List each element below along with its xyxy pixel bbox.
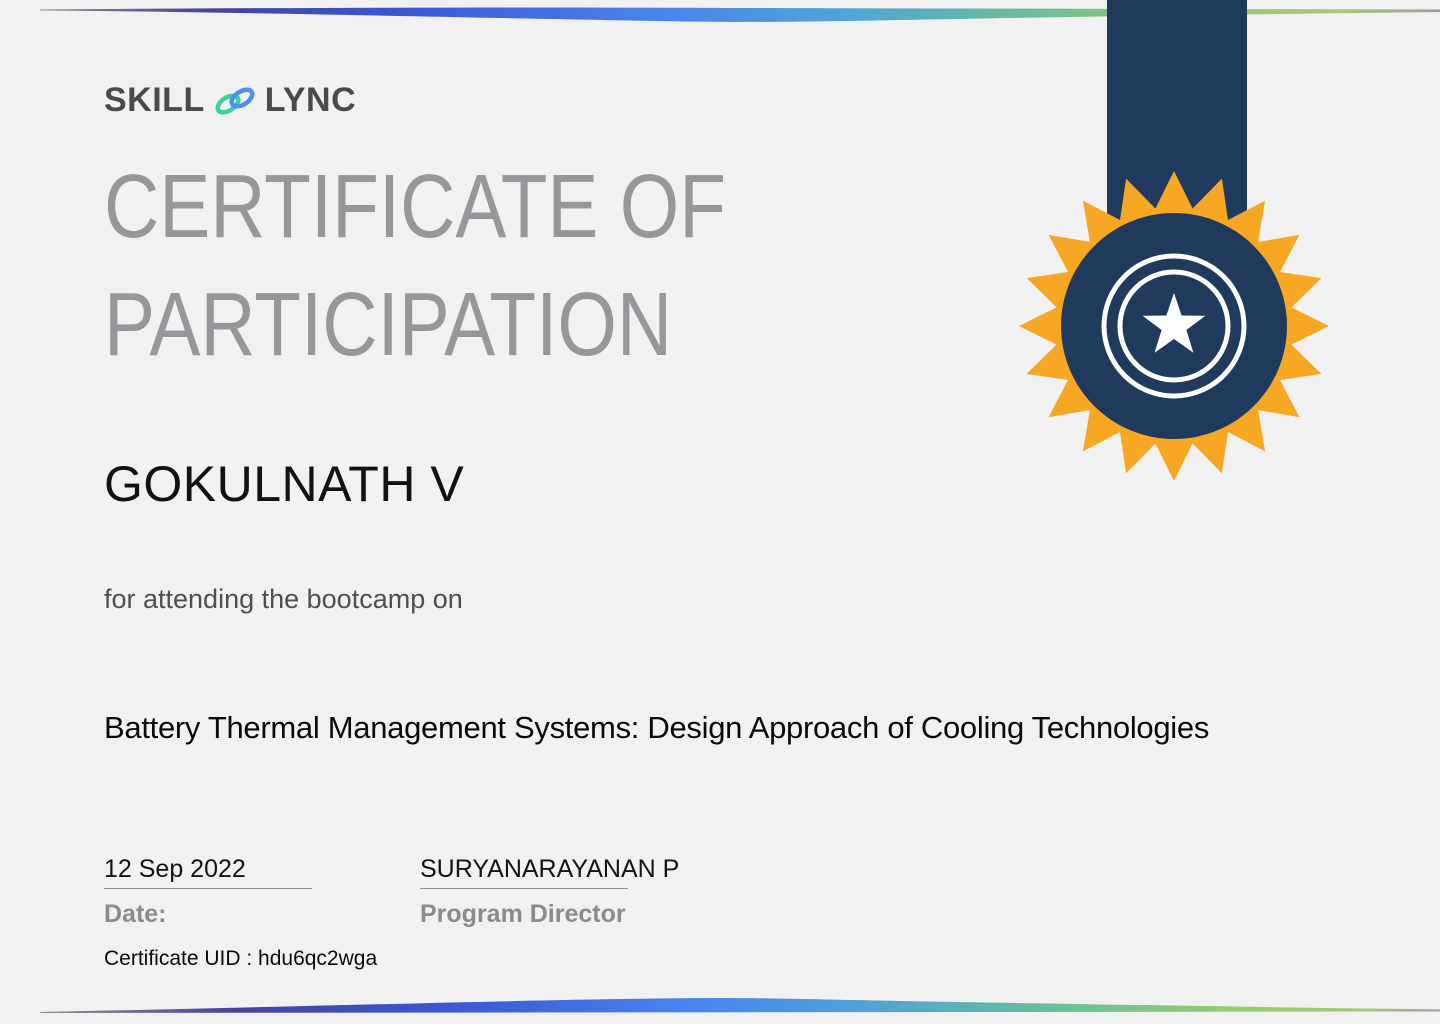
subtitle: for attending the bootcamp on	[104, 584, 463, 614]
certificate-uid: Certificate UID : hdu6qc2wga	[104, 947, 378, 970]
signer-title: Program Director	[420, 900, 626, 928]
date-label: Date:	[104, 900, 167, 928]
signer-name: SURYANARAYANAN P	[420, 855, 680, 883]
certificate-title: CERTIFICATE OF PARTICIPATION	[104, 148, 836, 384]
title-line-2: PARTICIPATION	[104, 275, 673, 375]
signer-underline	[420, 888, 628, 889]
certificate-background: SKILL LYNC CERTIFICATE OF PARTICIPATION …	[0, 0, 1440, 1024]
course-title: Battery Thermal Management Systems: Desi…	[104, 710, 1210, 745]
recipient-name: GOKULNATH V	[104, 456, 465, 512]
title-line-1: CERTIFICATE OF	[104, 157, 726, 257]
medal-badge	[1019, 0, 1329, 481]
date-block: 12 Sep 2022 Date:	[104, 855, 312, 929]
chain-link-icon	[215, 87, 255, 115]
brand-word-skill: SKILL	[104, 81, 205, 119]
brand-logo: SKILL LYNC	[104, 78, 356, 122]
brand-word-lync: LYNC	[264, 81, 357, 119]
signer-block: SURYANARAYANAN P Program Director	[420, 855, 679, 929]
date-underline	[104, 888, 312, 889]
bottom-border-decoration	[40, 998, 1440, 1013]
date-value: 12 Sep 2022	[104, 855, 246, 883]
